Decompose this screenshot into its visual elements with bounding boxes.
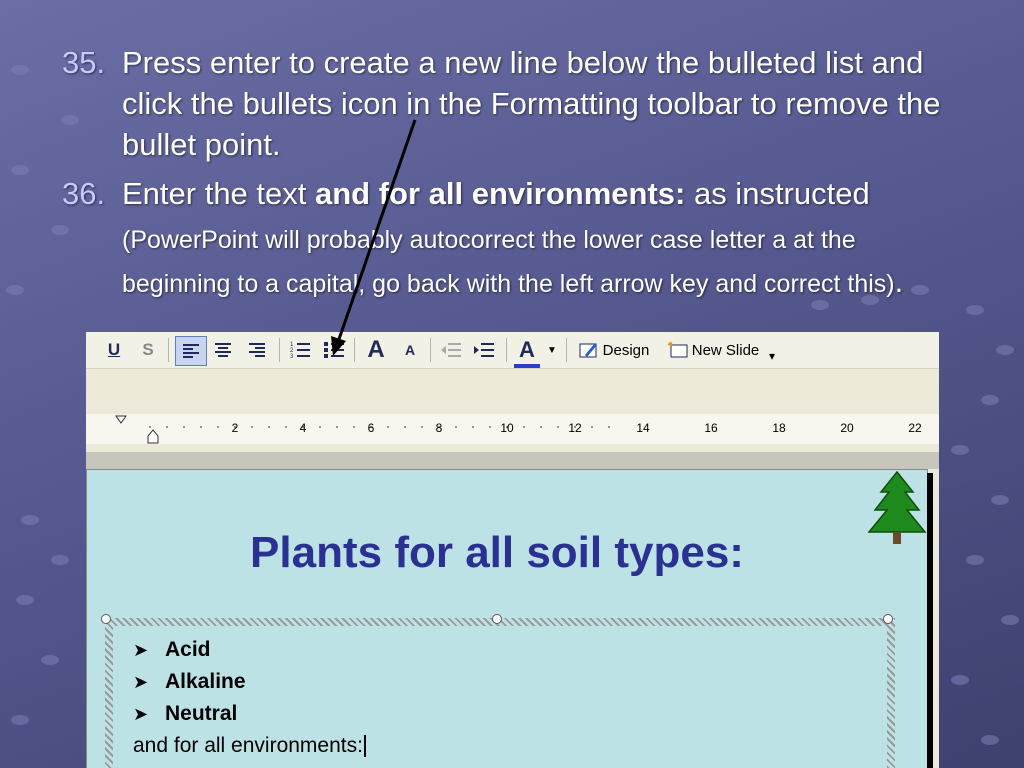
text-placeholder[interactable]: ➤ Acid ➤ Alkaline ➤ Neutral and for all … bbox=[101, 614, 895, 768]
arrowhead-bullet-icon: ➤ bbox=[133, 640, 149, 660]
ruler-label: 12 bbox=[568, 421, 582, 435]
step-number: 36. bbox=[62, 176, 106, 211]
resize-handle[interactable] bbox=[883, 614, 893, 624]
arrowhead-bullet-icon: ➤ bbox=[133, 672, 149, 692]
ruler-label: 4 bbox=[300, 421, 307, 435]
font-color-button[interactable]: A bbox=[514, 336, 540, 368]
step-text-post: as instructed bbox=[685, 176, 870, 211]
bullet-list: ➤ Acid ➤ Alkaline ➤ Neutral and for all … bbox=[133, 634, 366, 762]
text-placeholder-body: ➤ Acid ➤ Alkaline ➤ Neutral and for all … bbox=[113, 626, 887, 768]
align-right-button[interactable] bbox=[243, 336, 271, 364]
decrease-indent-icon bbox=[441, 343, 461, 357]
bullets-icon bbox=[324, 342, 344, 358]
toolbar-separator bbox=[430, 338, 431, 362]
list-item[interactable]: ➤ Neutral bbox=[133, 698, 366, 730]
toolbar-separator bbox=[168, 338, 169, 362]
ruler-label: 6 bbox=[368, 421, 375, 435]
powerpoint-screenshot: U S 123 A A A ▼ Design New Slide ▾ 2 4 6… bbox=[86, 332, 939, 768]
step-text-pre: Enter the text bbox=[122, 176, 315, 211]
svg-text:3: 3 bbox=[290, 354, 294, 360]
horizontal-ruler[interactable]: 2 4 6 8 10 12 14 16 18 20 22 bbox=[86, 414, 939, 444]
instruction-step-35: 35. Press enter to create a new line bel… bbox=[62, 42, 962, 165]
ruler-label: 14 bbox=[636, 421, 650, 435]
step-note-end: . bbox=[894, 264, 904, 299]
numbering-icon: 123 bbox=[290, 342, 310, 360]
ruler-label: 18 bbox=[772, 421, 786, 435]
step-note: (PowerPoint will probably autocorrect th… bbox=[122, 226, 895, 298]
grow-font-button[interactable]: A bbox=[362, 336, 390, 364]
ruler-label: 16 bbox=[704, 421, 718, 435]
toolbar-separator bbox=[354, 338, 355, 362]
ruler-label: 22 bbox=[908, 421, 922, 435]
list-item-label: Acid bbox=[165, 638, 211, 661]
text-cursor bbox=[363, 735, 366, 758]
formatting-toolbar: U S 123 A A A ▼ Design New Slide ▾ bbox=[86, 332, 939, 369]
workspace-margin bbox=[86, 452, 939, 469]
align-left-icon bbox=[183, 344, 199, 358]
toolbar-separator bbox=[506, 338, 507, 362]
ruler-label: 10 bbox=[500, 421, 514, 435]
slide-shadow bbox=[927, 473, 933, 768]
numbering-button[interactable]: 123 bbox=[286, 336, 314, 364]
list-item-label: Alkaline bbox=[165, 670, 246, 693]
list-item-label: Neutral bbox=[165, 702, 238, 725]
underline-button[interactable]: U bbox=[104, 336, 124, 364]
shrink-font-button[interactable]: A bbox=[398, 336, 422, 364]
plain-text-line[interactable]: and for all environments: bbox=[133, 730, 366, 762]
new-slide-button[interactable]: New Slide bbox=[663, 336, 763, 364]
resize-handle[interactable] bbox=[492, 614, 502, 624]
new-slide-icon bbox=[667, 341, 688, 358]
instruction-list: 35. Press enter to create a new line bel… bbox=[62, 42, 962, 305]
new-slide-label: New Slide bbox=[691, 341, 760, 359]
first-line-indent-marker[interactable] bbox=[115, 415, 127, 424]
list-item[interactable]: ➤ Acid bbox=[133, 634, 366, 666]
design-button[interactable]: Design bbox=[574, 336, 654, 364]
align-center-button[interactable] bbox=[209, 336, 237, 364]
toolbar-options-button[interactable]: ▾ bbox=[766, 342, 778, 370]
increase-indent-icon bbox=[474, 343, 494, 357]
plain-text-label: and for all environments: bbox=[133, 734, 363, 757]
increase-indent-button[interactable] bbox=[471, 336, 497, 364]
left-indent-marker[interactable] bbox=[147, 429, 159, 444]
decrease-indent-button[interactable] bbox=[438, 336, 464, 364]
instruction-step-36: 36. Enter the text and for all environme… bbox=[62, 173, 962, 305]
toolbar-separator bbox=[279, 338, 280, 362]
step-number: 35. bbox=[62, 45, 106, 80]
ruler-label: 2 bbox=[232, 421, 239, 435]
step-text: Press enter to create a new line below t… bbox=[122, 45, 941, 162]
ruler-scale: 2 4 6 8 10 12 14 16 18 20 22 bbox=[115, 415, 922, 444]
slide-title[interactable]: Plants for all soil types: bbox=[87, 528, 907, 578]
bullets-button[interactable] bbox=[320, 336, 348, 364]
ruler-label: 8 bbox=[436, 421, 443, 435]
align-center-icon bbox=[215, 343, 231, 357]
step-text-bold: and for all environments: bbox=[315, 176, 686, 211]
font-color-dropdown[interactable]: ▼ bbox=[546, 336, 558, 364]
design-icon bbox=[579, 343, 597, 358]
design-label: Design bbox=[602, 341, 650, 359]
align-left-button[interactable] bbox=[175, 336, 207, 366]
align-right-icon bbox=[249, 343, 265, 357]
ruler-area: 2 4 6 8 10 12 14 16 18 20 22 bbox=[86, 369, 939, 449]
toolbar-separator bbox=[566, 338, 567, 362]
list-item[interactable]: ➤ Alkaline bbox=[133, 666, 366, 698]
slide-canvas[interactable]: Plants for all soil types: ➤ Acid ➤ Alka… bbox=[86, 469, 928, 768]
arrowhead-bullet-icon: ➤ bbox=[133, 704, 149, 724]
shadow-button[interactable]: S bbox=[138, 336, 158, 364]
resize-handle[interactable] bbox=[101, 614, 111, 624]
ruler-label: 20 bbox=[840, 421, 854, 435]
